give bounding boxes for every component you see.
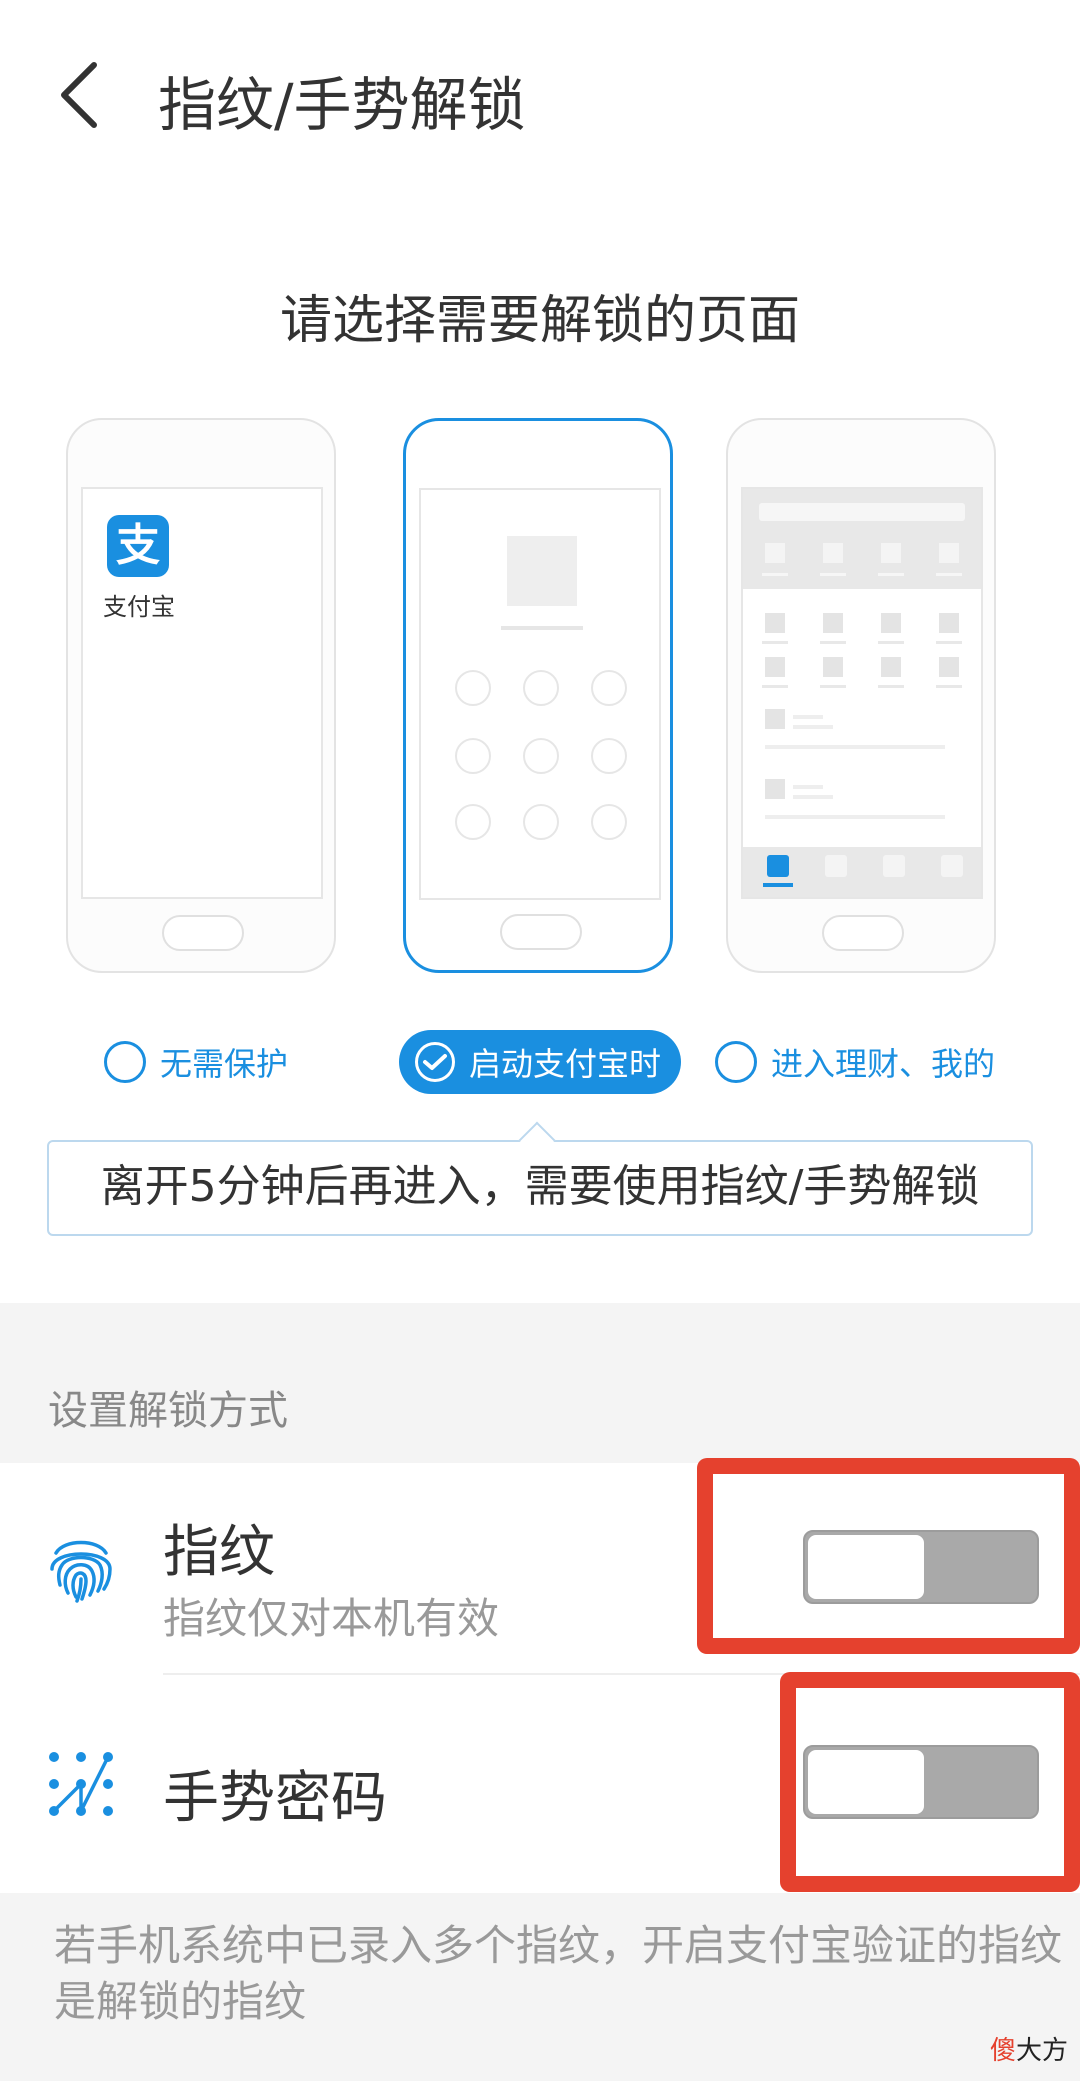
alipay-logo-icon: 支	[107, 515, 169, 577]
name-placeholder	[501, 626, 583, 630]
text-placeholder	[765, 815, 945, 819]
option-label: 进入理财、我的	[771, 1045, 996, 1083]
icon-placeholder	[881, 543, 901, 563]
gesture-dot	[455, 670, 491, 706]
footer-note: 若手机系统中已录入多个指纹，开启支付宝验证的指纹是解锁的指纹	[54, 1921, 1063, 2026]
label-placeholder	[820, 573, 846, 576]
text-placeholder	[793, 795, 833, 799]
label-placeholder	[820, 685, 846, 688]
watermark: 傻大方	[990, 2030, 1068, 2067]
watermark-part2: 大方	[1015, 2036, 1068, 2066]
gesture-title: 手势密码	[163, 1766, 387, 1831]
gesture-dot	[591, 670, 627, 706]
icon-placeholder	[939, 657, 959, 677]
check-circle-icon	[415, 1042, 455, 1082]
label-placeholder	[936, 641, 962, 644]
home-button-illustration	[162, 915, 244, 951]
icon-placeholder	[765, 543, 785, 563]
highlight-box-fingerprint	[697, 1458, 1080, 1654]
label-placeholder	[878, 641, 904, 644]
option-wealth-mine[interactable]: 进入理财、我的	[715, 1030, 995, 1094]
gesture-dot	[523, 738, 559, 774]
back-button[interactable]	[48, 55, 118, 135]
preview-no-protection[interactable]: 支 支付宝	[66, 418, 336, 973]
label-placeholder	[936, 573, 962, 576]
highlight-box-gesture	[780, 1672, 1080, 1892]
tab-icon	[883, 855, 905, 877]
gesture-dot	[455, 738, 491, 774]
icon-placeholder	[823, 613, 843, 633]
preview-screen	[419, 488, 661, 900]
select-page-prompt: 请选择需要解锁的页面	[279, 291, 800, 351]
tab-icon	[825, 855, 847, 877]
label-placeholder	[820, 641, 846, 644]
text-placeholder	[793, 715, 823, 719]
chevron-left-icon	[61, 62, 97, 128]
option-no-protection[interactable]: 无需保护	[104, 1030, 288, 1094]
preview-on-launch[interactable]	[403, 418, 673, 973]
icon-placeholder	[765, 657, 785, 677]
icon-placeholder	[823, 657, 843, 677]
preview-screen: 支 支付宝	[81, 487, 323, 899]
preview-wealth-mine[interactable]	[726, 418, 996, 973]
icon-placeholder	[823, 543, 843, 563]
header-placeholder	[743, 489, 981, 589]
icon-placeholder	[881, 613, 901, 633]
text-placeholder	[793, 785, 823, 789]
radio-unchecked-icon	[104, 1041, 146, 1083]
home-button-illustration	[500, 914, 582, 950]
section-header: 设置解锁方式	[48, 1388, 288, 1434]
fingerprint-title: 指纹	[163, 1520, 275, 1585]
fingerprint-subtitle: 指纹仅对本机有效	[163, 1594, 500, 1643]
text-placeholder	[765, 745, 945, 749]
page-title: 指纹/手势解锁	[158, 71, 526, 139]
gesture-dot	[523, 804, 559, 840]
avatar-placeholder	[507, 536, 577, 606]
gesture-dot	[455, 804, 491, 840]
icon-placeholder	[939, 613, 959, 633]
watermark-part1: 傻	[989, 2036, 1016, 2066]
label-placeholder	[762, 573, 788, 576]
label-placeholder	[936, 685, 962, 688]
search-placeholder	[759, 503, 965, 521]
gesture-dot	[591, 738, 627, 774]
label-placeholder	[878, 685, 904, 688]
top-bar: 指纹/手势解锁	[0, 0, 1080, 190]
label-placeholder	[878, 573, 904, 576]
icon-placeholder	[765, 613, 785, 633]
home-button-illustration	[822, 915, 904, 951]
option-label: 无需保护	[160, 1045, 289, 1083]
card-icon-placeholder	[765, 709, 785, 729]
alipay-app-label: 支付宝	[103, 593, 175, 621]
icon-placeholder	[881, 657, 901, 677]
gesture-dot	[591, 804, 627, 840]
gesture-pattern-icon	[44, 1747, 118, 1821]
icon-placeholder	[939, 543, 959, 563]
card-icon-placeholder	[765, 779, 785, 799]
option-on-launch[interactable]: 启动支付宝时	[399, 1030, 682, 1094]
fingerprint-icon	[44, 1531, 118, 1605]
option-label: 启动支付宝时	[469, 1045, 662, 1083]
preview-screen	[741, 487, 983, 899]
tip-text: 离开5分钟后再进入，需要使用指纹/手势解锁	[100, 1161, 980, 1212]
tab-icon-active	[767, 855, 789, 877]
label-placeholder	[762, 641, 788, 644]
tab-underline	[763, 883, 793, 887]
text-placeholder	[793, 725, 833, 729]
radio-unchecked-icon	[715, 1041, 757, 1083]
tab-bar-placeholder	[743, 847, 981, 897]
label-placeholder	[762, 685, 788, 688]
tab-icon	[941, 855, 963, 877]
gesture-dot	[523, 670, 559, 706]
